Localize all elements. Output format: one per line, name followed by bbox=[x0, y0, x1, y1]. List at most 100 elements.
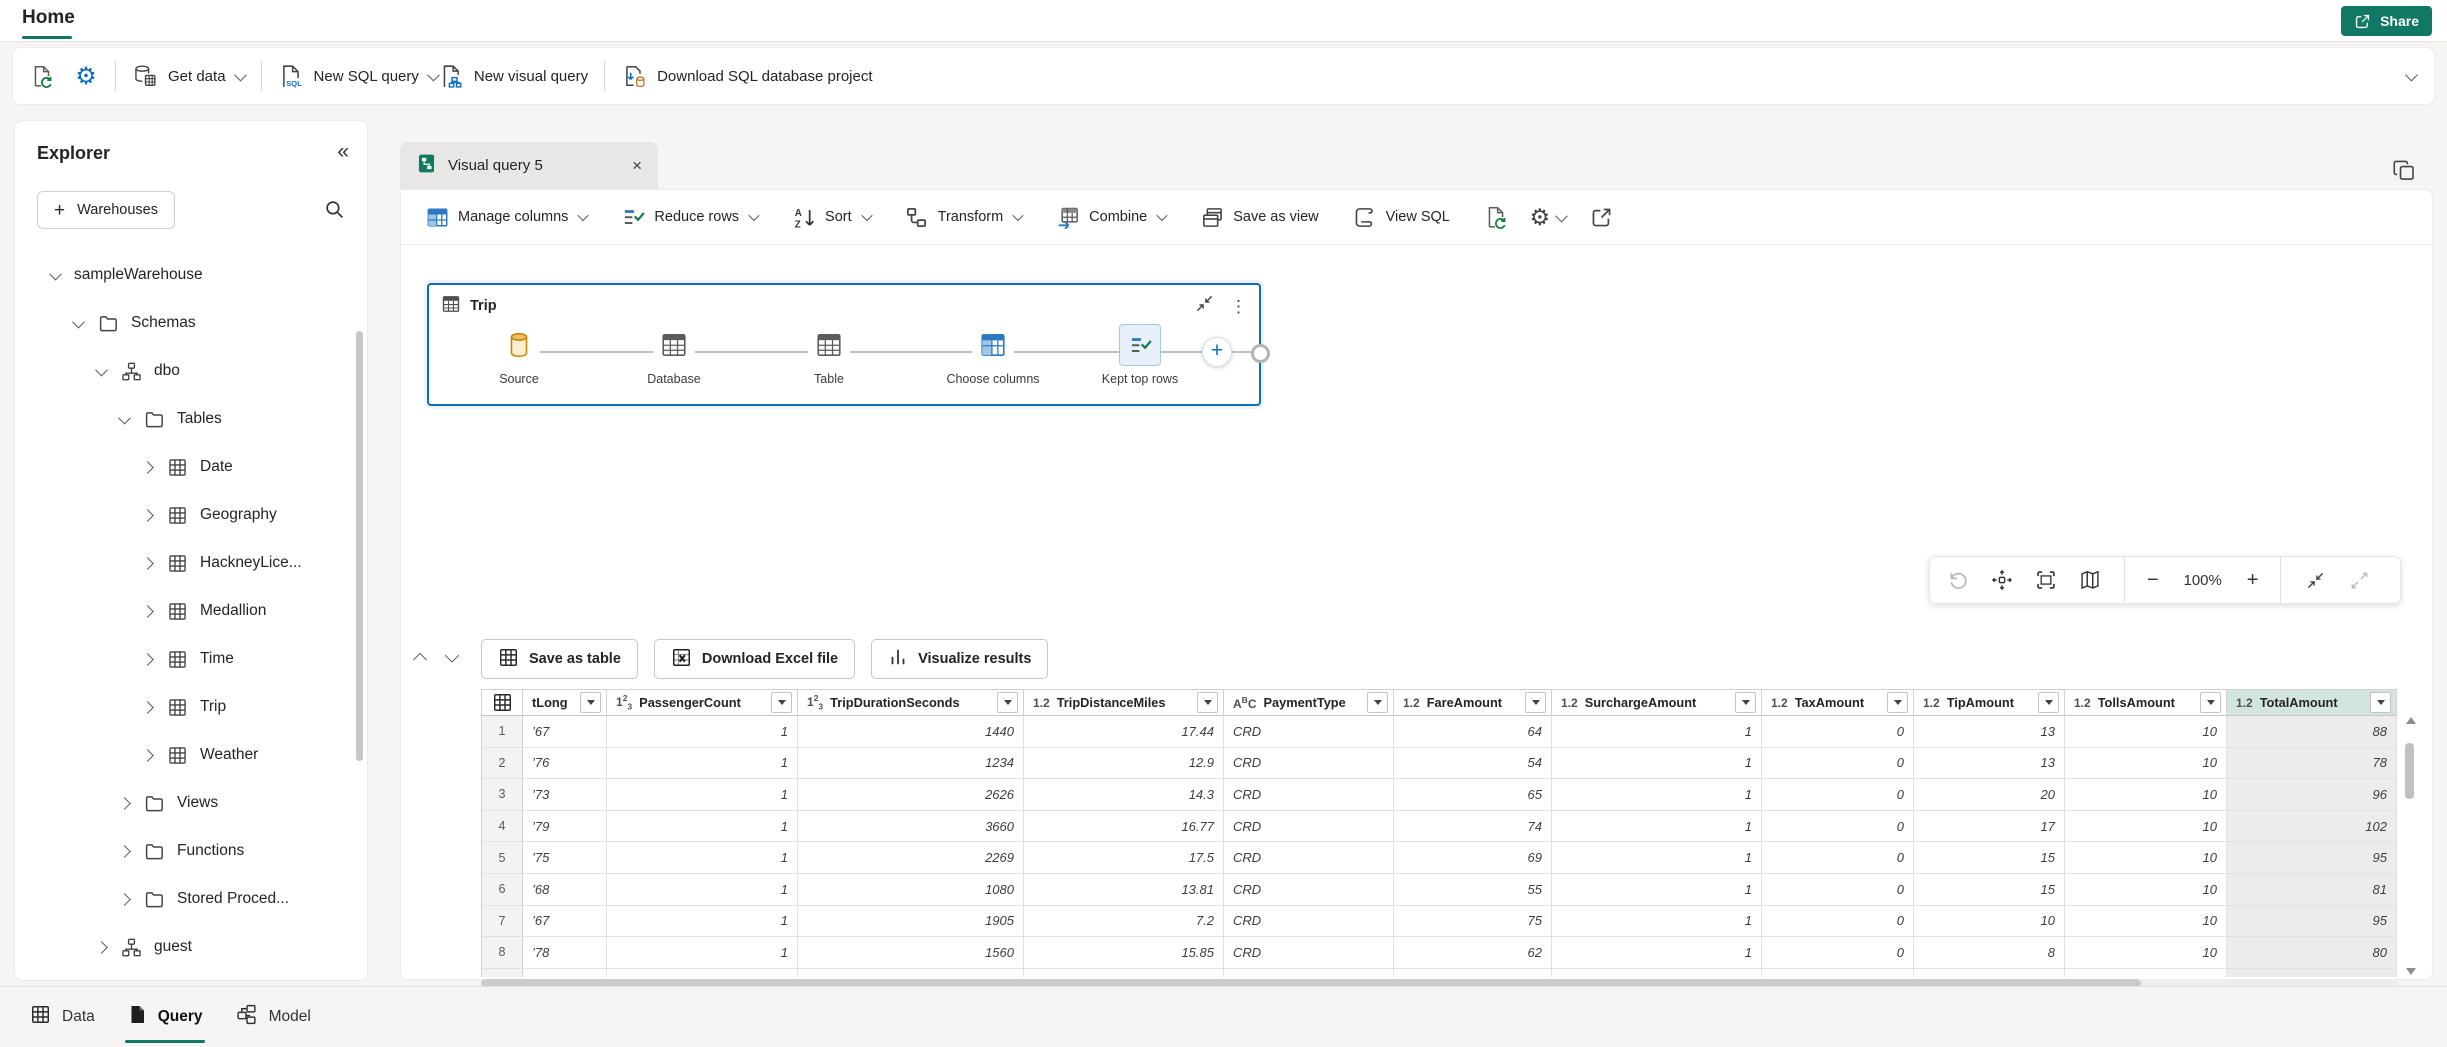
step-database[interactable]: Database bbox=[609, 324, 739, 386]
tab-visual-query-5[interactable]: Visual query 5 × bbox=[400, 142, 658, 189]
column-header-totalamount[interactable]: 1.2TotalAmount bbox=[2227, 689, 2397, 716]
cell-passengercount[interactable]: 1 bbox=[607, 842, 798, 874]
cell-tollsamount[interactable]: 10 bbox=[2065, 811, 2227, 843]
cell-tripdistancemiles[interactable]: 17.44 bbox=[1024, 716, 1224, 748]
column-filter-dropdown[interactable] bbox=[997, 692, 1018, 713]
close-tab-icon[interactable]: × bbox=[632, 156, 642, 176]
grid-vertical-scrollbar[interactable] bbox=[2403, 717, 2417, 975]
save-as-table-button[interactable]: Save as table bbox=[481, 639, 638, 679]
refresh-query-button[interactable] bbox=[1484, 205, 1508, 229]
cell-taxamount[interactable]: 0 bbox=[1762, 937, 1914, 969]
cell-tripdistancemiles[interactable]: 13.81 bbox=[1024, 874, 1224, 906]
cell-tollsamount[interactable]: 10 bbox=[2065, 969, 2227, 977]
cell-surchargeamount[interactable]: 1 bbox=[1552, 842, 1762, 874]
cell-tollsamount[interactable]: 10 bbox=[2065, 748, 2227, 780]
cell-paymenttype[interactable]: CRD bbox=[1224, 779, 1394, 811]
pan-icon[interactable] bbox=[1990, 568, 2014, 592]
cell-tipamount[interactable]: 15 bbox=[1914, 874, 2065, 906]
cell-tripdistancemiles[interactable]: 14.3 bbox=[1024, 779, 1224, 811]
chevron-down-icon[interactable] bbox=[95, 363, 108, 376]
cell-totalamount[interactable]: 88 bbox=[2227, 716, 2397, 748]
column-filter-dropdown[interactable] bbox=[1367, 692, 1388, 713]
cell-tripdistancemiles[interactable]: 17.5 bbox=[1024, 842, 1224, 874]
cell-tripdurationseconds[interactable]: 1905 bbox=[798, 906, 1024, 938]
undo-icon[interactable] bbox=[1946, 568, 1970, 592]
cell-taxamount[interactable]: 0 bbox=[1762, 716, 1914, 748]
tree-item-geography[interactable]: Geography bbox=[15, 491, 367, 539]
cell-tollsamount[interactable]: 10 bbox=[2065, 937, 2227, 969]
tree-item-tables[interactable]: Tables bbox=[15, 395, 367, 443]
chevron-down-icon[interactable] bbox=[49, 267, 62, 280]
row-number[interactable]: 8 bbox=[481, 937, 523, 969]
tree-item-samplewarehouse[interactable]: sampleWarehouse bbox=[15, 251, 367, 299]
cell-passengercount[interactable]: 1 bbox=[607, 748, 798, 780]
cell-tlong[interactable]: ’73 bbox=[523, 779, 607, 811]
cell-fareamount[interactable]: 74 bbox=[1394, 811, 1552, 843]
refresh-document-icon[interactable] bbox=[29, 63, 55, 89]
cell-passengercount[interactable]: 1 bbox=[607, 874, 798, 906]
tree-item-schemas[interactable]: Schemas bbox=[15, 299, 367, 347]
step-kept-top-rows[interactable]: Kept top rows bbox=[1075, 324, 1205, 386]
column-header-tripdurationseconds[interactable]: 123TripDurationSeconds bbox=[798, 689, 1024, 716]
row-number[interactable]: 5 bbox=[481, 842, 523, 874]
expand-canvas-icon[interactable] bbox=[2347, 568, 2371, 592]
cell-tlong[interactable]: ’67 bbox=[523, 716, 607, 748]
column-header-tripdistancemiles[interactable]: 1.2TripDistanceMiles bbox=[1024, 689, 1224, 716]
collapse-results-chevron[interactable] bbox=[413, 653, 427, 667]
cell-tollsamount[interactable]: 10 bbox=[2065, 842, 2227, 874]
add-warehouses-button[interactable]: + Warehouses bbox=[37, 191, 175, 229]
cell-passengercount[interactable]: 1 bbox=[607, 906, 798, 938]
cell-passengercount[interactable]: 1 bbox=[607, 716, 798, 748]
copy-icon[interactable] bbox=[2392, 158, 2417, 188]
column-filter-dropdown[interactable] bbox=[1197, 692, 1218, 713]
cell-fareamount[interactable]: 75 bbox=[1394, 906, 1552, 938]
cell-tlong[interactable]: ’68 bbox=[523, 874, 607, 906]
tab-model[interactable]: Model bbox=[235, 1003, 311, 1031]
chevron-down-icon[interactable] bbox=[72, 315, 85, 328]
tree-item-trip[interactable]: Trip bbox=[15, 683, 367, 731]
cell-tollsamount[interactable]: 10 bbox=[2065, 874, 2227, 906]
cell-paymenttype[interactable]: CRD bbox=[1224, 906, 1394, 938]
sort-button[interactable]: AZ Sort bbox=[792, 205, 871, 229]
tree-item-dbo[interactable]: dbo bbox=[15, 347, 367, 395]
tree-item-views[interactable]: Views bbox=[15, 779, 367, 827]
cell-totalamount[interactable]: 95 bbox=[2227, 906, 2397, 938]
cell-paymenttype[interactable]: CRD bbox=[1224, 874, 1394, 906]
scroll-thumb[interactable] bbox=[2405, 743, 2414, 799]
save-as-view-button[interactable]: Save as view bbox=[1200, 205, 1318, 229]
cell-tipamount[interactable]: 13 bbox=[1914, 716, 2065, 748]
cell-paymenttype[interactable]: CRD bbox=[1224, 748, 1394, 780]
cell-surchargeamount[interactable]: 1 bbox=[1552, 716, 1762, 748]
cell-tollsamount[interactable]: 10 bbox=[2065, 779, 2227, 811]
cell-paymenttype[interactable]: CRD bbox=[1224, 811, 1394, 843]
cell-paymenttype[interactable]: CRD bbox=[1224, 842, 1394, 874]
map-icon[interactable] bbox=[2078, 568, 2102, 592]
tree-item-time[interactable]: Time bbox=[15, 635, 367, 683]
row-number[interactable]: 1 bbox=[481, 716, 523, 748]
step-table[interactable]: Table bbox=[764, 324, 894, 386]
home-tab[interactable]: Home bbox=[22, 7, 75, 29]
column-header-tipamount[interactable]: 1.2TipAmount bbox=[1914, 689, 2065, 716]
cell-taxamount[interactable]: 0 bbox=[1762, 906, 1914, 938]
tab-query[interactable]: Query bbox=[127, 1004, 203, 1030]
column-header-taxamount[interactable]: 1.2TaxAmount bbox=[1762, 689, 1914, 716]
cell-tipamount[interactable]: 8 bbox=[1914, 937, 2065, 969]
download-excel-button[interactable]: Download Excel file bbox=[654, 639, 855, 679]
cell-tipamount[interactable]: 10 bbox=[1914, 906, 2065, 938]
scroll-down-arrow[interactable] bbox=[2406, 968, 2416, 975]
column-filter-dropdown[interactable] bbox=[2200, 692, 2221, 713]
step-source[interactable]: Source bbox=[454, 324, 584, 386]
cell-tipamount[interactable]: 13 bbox=[1914, 748, 2065, 780]
cell-tlong[interactable]: ’76 bbox=[523, 748, 607, 780]
scroll-up-arrow[interactable] bbox=[2406, 717, 2416, 724]
chevron-right-icon[interactable] bbox=[141, 461, 154, 474]
row-number[interactable]: 4 bbox=[481, 811, 523, 843]
cell-tipamount[interactable]: 17 bbox=[1914, 811, 2065, 843]
cell-taxamount[interactable]: 0 bbox=[1762, 842, 1914, 874]
column-filter-dropdown[interactable] bbox=[1735, 692, 1756, 713]
select-all-corner[interactable] bbox=[481, 689, 523, 716]
tree-item-stored-proced[interactable]: Stored Proced... bbox=[15, 875, 367, 923]
column-header-paymenttype[interactable]: ABCPaymentType bbox=[1224, 689, 1394, 716]
cell-tripdurationseconds[interactable]: 2269 bbox=[798, 842, 1024, 874]
reduce-rows-button[interactable]: Reduce rows bbox=[621, 205, 758, 229]
